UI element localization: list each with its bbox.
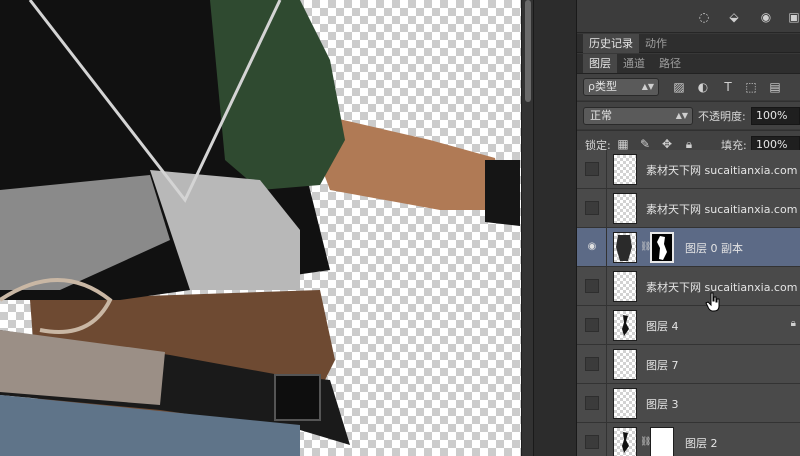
layer-thumbnail [613,271,637,302]
tab-paths[interactable]: 路径 [653,54,687,73]
layer-name: 图层 7 [646,359,679,372]
shape-filter-icon[interactable]: ⬚ [743,79,759,95]
opacity-label: 不透明度: [698,110,746,123]
layer-row[interactable]: 图层 4 🔒︎ [577,306,800,345]
tab-actions[interactable]: 动作 [639,34,673,53]
chevron-down-icon: ▲▼ [641,82,654,91]
visibility-toggle[interactable] [585,201,599,215]
layer-thumbnail [613,427,637,456]
layer-filter-row: ρ类型 ▲▼ ▨ ◐ T ⬚ ▤ [577,74,800,100]
visibility-toggle[interactable] [585,162,599,176]
layer-name: 素材天下网 sucaitianxia.com [646,281,798,294]
transform-icon[interactable]: ⬙ [725,8,743,26]
canvas-scrollbar-thumb[interactable] [525,0,531,102]
lock-icon: 🔒︎ [790,318,796,329]
adjustment-filter-icon[interactable]: ◐ [695,79,711,95]
belt-buckle-shape [274,374,321,421]
eye-icon[interactable]: ◉ [757,8,775,26]
layer-thumbnail [613,388,637,419]
canvas-artwork [0,0,520,456]
layer-mask-thumbnail[interactable] [650,427,674,456]
layer-row[interactable]: 图层 3 [577,384,800,423]
selection-icon[interactable]: ◌ [695,8,713,26]
tab-layers[interactable]: 图层 [583,54,617,73]
history-tab-bar: 历史记录 动作 [577,34,800,53]
layer-thumbnail [613,232,637,263]
tab-history[interactable]: 历史记录 [583,34,639,53]
blend-mode-select[interactable]: 正常 ▲▼ [583,107,693,125]
visibility-toggle[interactable] [585,318,599,332]
panel-top-toolbar: ◌ ⬙ ◉ ▣ [577,0,800,33]
type-filter-icon[interactable]: T [720,79,736,95]
panel-dock-gutter [533,0,577,456]
hand-cursor-icon [705,292,720,312]
layer-row[interactable]: 素材天下网 sucaitianxia.com [577,150,800,189]
layer-thumbnail [613,310,637,341]
document-canvas[interactable] [0,0,521,456]
layers-panel: ◌ ⬙ ◉ ▣ 历史记录 动作 图层 通道 路径 ρ类型 ▲▼ ▨ ◐ T ⬚ … [577,0,800,456]
layer-thumbnail [613,349,637,380]
layer-mask-thumbnail[interactable] [650,232,674,263]
layer-name: 图层 3 [646,398,679,411]
visibility-toggle[interactable] [585,435,599,449]
layer-row[interactable]: 素材天下网 sucaitianxia.com [577,267,800,306]
layer-name: 素材天下网 sucaitianxia.com [646,164,798,177]
tab-channels[interactable]: 通道 [617,54,651,73]
image-filter-icon[interactable]: ▨ [671,79,687,95]
layer-row-selected[interactable]: ◉ ⛓︎ 图层 0 副本 [577,228,800,267]
trash-icon[interactable]: ▣ [785,8,800,26]
eye-icon[interactable]: ◉ [585,240,599,254]
chain-link-icon[interactable]: ⛓︎ [640,436,651,448]
layer-row[interactable]: 素材天下网 sucaitianxia.com [577,189,800,228]
chain-link-icon[interactable]: ⛓︎ [640,241,651,253]
layer-thumbnail [613,154,637,185]
opacity-value: 100% [756,109,788,122]
layer-name: 图层 2 [685,437,718,450]
layer-name: 图层 4 [646,320,679,333]
layer-name: 素材天下网 sucaitianxia.com [646,203,798,216]
visibility-toggle[interactable] [585,357,599,371]
layers-tab-bar: 图层 通道 路径 [577,54,800,74]
layer-thumbnail [613,193,637,224]
canvas-scrollbar[interactable] [521,0,533,456]
photoshop-window: ◌ ⬙ ◉ ▣ 历史记录 动作 图层 通道 路径 ρ类型 ▲▼ ▨ ◐ T ⬚ … [0,0,800,456]
filter-kind-value: ρ类型 [588,80,617,93]
layer-row[interactable]: 图层 7 [577,345,800,384]
sleeve-shape [210,0,345,190]
smart-object-filter-icon[interactable]: ▤ [767,79,783,95]
wristband-shape [485,160,520,226]
layer-row[interactable]: ⛓︎ 图层 2 [577,423,800,456]
blend-mode-value: 正常 [590,109,612,122]
blend-row: 正常 ▲▼ 不透明度: 100% [577,101,800,129]
visibility-toggle[interactable] [585,396,599,410]
chevron-down-icon: ▲▼ [675,111,688,120]
layer-name: 图层 0 副本 [685,242,743,255]
opacity-input[interactable]: 100% [751,107,800,125]
visibility-toggle[interactable] [585,279,599,293]
layer-list: 素材天下网 sucaitianxia.com 素材天下网 sucaitianxi… [577,150,800,456]
filter-kind-select[interactable]: ρ类型 ▲▼ [583,78,659,96]
